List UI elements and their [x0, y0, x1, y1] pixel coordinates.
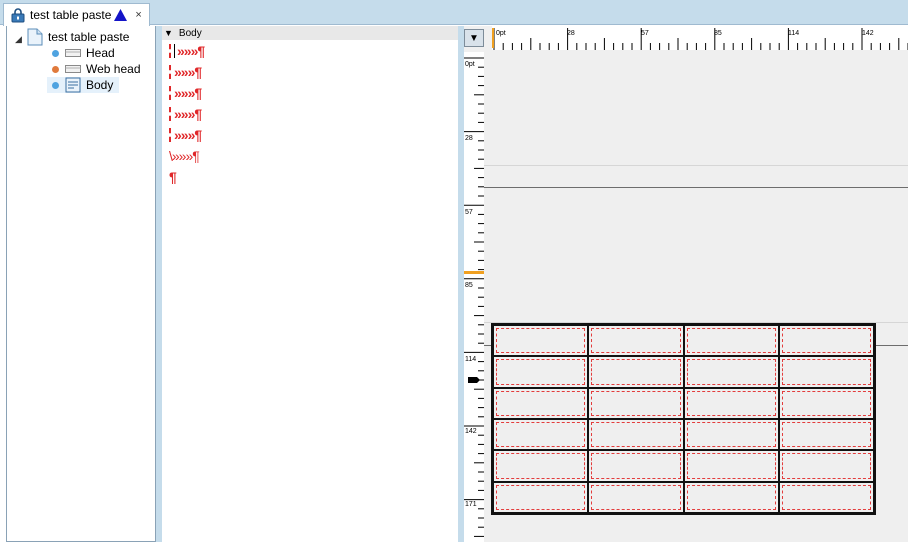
section-divider: [484, 165, 908, 166]
tree-item-label: Head: [86, 46, 115, 60]
warning-triangle-icon[interactable]: [114, 9, 128, 21]
table-cell[interactable]: [588, 481, 684, 513]
dashed-marker-icon: [169, 44, 171, 58]
section-divider: [484, 187, 908, 188]
table-cell[interactable]: [683, 481, 779, 513]
paragraph-line[interactable]: ¶: [169, 167, 177, 187]
paragraph-marks: »»»¶: [174, 106, 202, 122]
table-cell[interactable]: [493, 387, 589, 419]
table-cell[interactable]: [683, 325, 779, 357]
structure-tree-panel: ◢ test table paste Head Web head Body: [6, 26, 156, 542]
dashed-marker-icon: [169, 128, 171, 142]
collapse-arrow-icon[interactable]: ▼: [164, 28, 173, 38]
design-table[interactable]: [491, 323, 876, 515]
ruler-label: 57: [641, 30, 649, 37]
ruler-ticks: [464, 57, 484, 537]
ruler-label: 0pt: [496, 30, 506, 37]
ruler-marker[interactable]: [492, 28, 494, 48]
table-cell[interactable]: [493, 450, 589, 482]
paragraph-line[interactable]: »»»¶: [169, 104, 202, 124]
paragraph-marks: \»»»¶: [169, 148, 200, 164]
tree-item-label: Body: [86, 78, 114, 92]
document-tab-strip: test table paste ×: [0, 0, 908, 26]
paragraph-line[interactable]: »»»¶: [169, 41, 205, 61]
web-head-section-icon: [65, 65, 81, 73]
chevron-down-icon: ▼: [469, 32, 479, 44]
table-cell[interactable]: [683, 387, 779, 419]
ruler-label: 85: [465, 282, 473, 289]
status-dot-icon: [52, 49, 59, 57]
body-panel-title: Body: [178, 27, 202, 39]
page-canvas[interactable]: [484, 50, 908, 542]
paragraph-marks: »»»¶: [174, 85, 202, 101]
document-icon: [27, 28, 43, 46]
paragraph-marks: ¶: [169, 169, 177, 185]
table-cell[interactable]: [493, 419, 589, 451]
paragraph-line[interactable]: »»»¶: [169, 62, 202, 82]
body-panel-header[interactable]: ▼ Body: [162, 26, 458, 40]
table-cell[interactable]: [493, 325, 589, 357]
dashed-marker-icon: [169, 86, 171, 100]
table-cell[interactable]: [778, 481, 874, 513]
ruler-label: 0pt: [465, 61, 475, 68]
status-dot-icon: [52, 81, 59, 89]
paragraph-line[interactable]: »»»¶: [169, 125, 202, 145]
tab-title: test table paste: [30, 8, 112, 22]
table-cell[interactable]: [778, 419, 874, 451]
table-cell[interactable]: [588, 387, 684, 419]
vertical-ruler[interactable]: 0pt 28 57 85 114 142 171: [464, 52, 484, 542]
horizontal-ruler[interactable]: 0pt 28 57 85 114 142: [492, 26, 908, 50]
ruler-marker[interactable]: [464, 271, 484, 274]
status-dot-icon: [52, 65, 59, 73]
dashed-marker-icon: [169, 65, 171, 79]
tree-item-body[interactable]: Body: [47, 77, 119, 93]
table-cell[interactable]: [778, 325, 874, 357]
paragraph-marks: »»»¶: [177, 43, 205, 59]
ruler-label: 28: [567, 30, 575, 37]
page-design-view[interactable]: ▼ 0pt 28 57 85 114 142 0pt 28 57 85 114 …: [464, 26, 908, 542]
tree-item-head[interactable]: Head: [52, 45, 115, 61]
tree-item-web-head[interactable]: Web head: [52, 61, 141, 77]
paragraph-line[interactable]: \»»»¶: [169, 146, 200, 166]
ruler-label: 57: [465, 209, 473, 216]
row-pointer-icon[interactable]: [468, 377, 480, 383]
body-section-icon: [65, 77, 81, 93]
paragraph-marks: »»»¶: [174, 127, 202, 143]
table-cell[interactable]: [588, 325, 684, 357]
dashed-marker-icon: [169, 107, 171, 121]
table-cell[interactable]: [778, 356, 874, 388]
ruler-label: 85: [714, 30, 722, 37]
table-cell[interactable]: [778, 387, 874, 419]
body-source-panel[interactable]: ▼ Body »»»¶ »»»¶ »»»¶ »»»¶ »»»¶ \»»»¶ ¶: [162, 26, 458, 542]
ruler-label: 114: [788, 30, 799, 37]
lock-icon: [11, 8, 25, 23]
paragraph-marks: »»»¶: [174, 64, 202, 80]
table-cell[interactable]: [493, 356, 589, 388]
paragraph-line[interactable]: »»»¶: [169, 83, 202, 103]
document-tab[interactable]: test table paste ×: [3, 3, 150, 26]
text-caret: [174, 44, 175, 58]
table-cell[interactable]: [588, 450, 684, 482]
table-cell[interactable]: [493, 481, 589, 513]
table-cell[interactable]: [778, 450, 874, 482]
table-cell[interactable]: [683, 356, 779, 388]
table-cell[interactable]: [683, 419, 779, 451]
head-section-icon: [65, 49, 81, 57]
tree-item-label: Web head: [86, 62, 141, 76]
tree-item-root[interactable]: test table paste: [27, 28, 130, 46]
ruler-label: 28: [465, 135, 473, 142]
collapse-arrow-icon[interactable]: ◢: [15, 34, 22, 45]
ruler-label: 142: [862, 30, 874, 37]
ruler-ticks: [493, 28, 908, 50]
tree-item-label: test table paste: [48, 30, 130, 44]
table-cell[interactable]: [683, 450, 779, 482]
ruler-label: 142: [465, 428, 477, 435]
ruler-label: 171: [465, 501, 477, 508]
table-cell[interactable]: [588, 356, 684, 388]
table-cell[interactable]: [588, 419, 684, 451]
ruler-options-button[interactable]: ▼: [464, 29, 484, 47]
ruler-label: 114: [465, 356, 476, 363]
tab-close-button[interactable]: ×: [135, 9, 141, 21]
